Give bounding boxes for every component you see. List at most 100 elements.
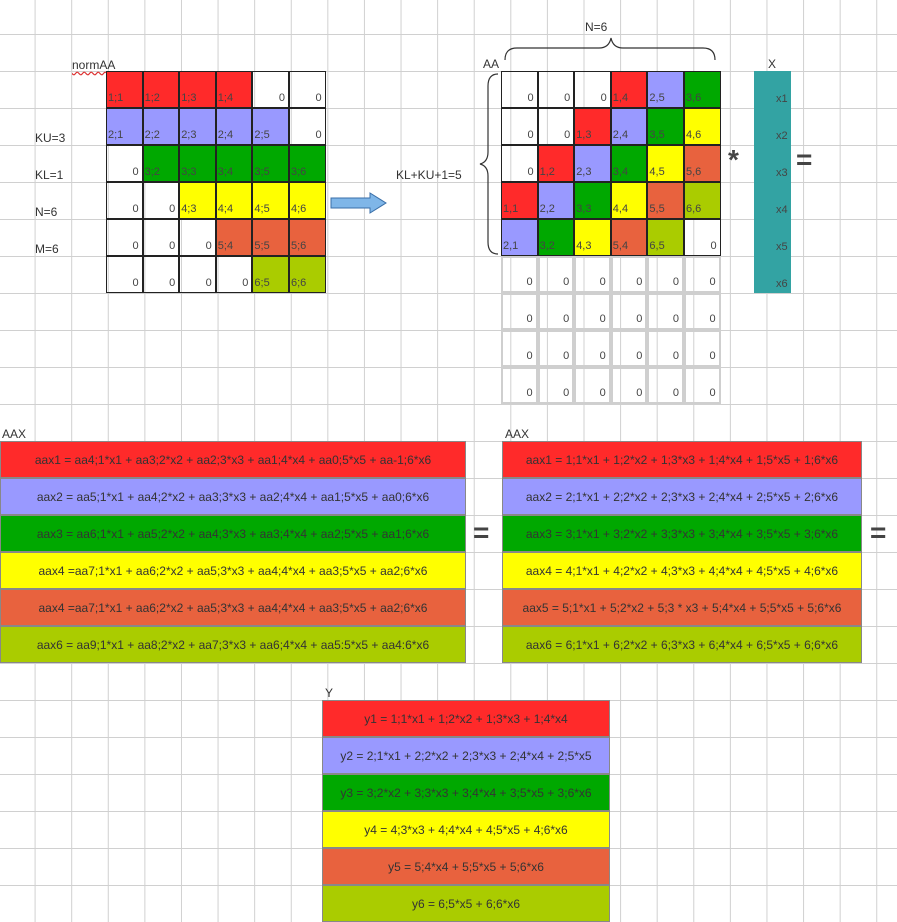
aa-cell: 1,2 bbox=[537, 145, 575, 182]
normaa-cell: 3;6 bbox=[289, 145, 326, 182]
aax-left-row: aax4 =aa7;1*x1 + aa6;2*x2 + aa5;3*x3 + a… bbox=[0, 552, 466, 589]
y-label: Y bbox=[325, 686, 334, 700]
x-cell: x2 bbox=[754, 108, 791, 145]
cell-value: 0 bbox=[205, 240, 212, 252]
normaa-cell: 0 bbox=[289, 108, 326, 145]
cell-value: 2;5 bbox=[254, 129, 270, 141]
aax-right-row: aax3 = 3;1*x1 + 3;2*x2 + 3;3*x3 + 3;4*x4… bbox=[502, 515, 862, 552]
normaa-cell: 0 bbox=[106, 182, 143, 219]
cell-value: 2,2 bbox=[539, 203, 555, 215]
y-row: y1 = 1;1*x1 + 1;2*x2 + 1;3*x3 + 1;4*x4 bbox=[322, 700, 610, 737]
normaa-cell: 5;5 bbox=[252, 219, 289, 256]
aa-cell: 1,1 bbox=[501, 182, 538, 219]
cell-value: 5;5 bbox=[254, 240, 270, 252]
cell-value: 0 bbox=[636, 313, 643, 325]
aa-cell: 1,3 bbox=[574, 108, 611, 145]
aa-cell: 2,5 bbox=[647, 71, 684, 108]
cell-value: 0 bbox=[709, 313, 716, 325]
cell-value: 4;6 bbox=[291, 203, 307, 215]
cell-value: 0 bbox=[169, 203, 176, 215]
cell-value: 1;3 bbox=[181, 92, 197, 104]
x-cell: x5 bbox=[754, 219, 791, 256]
cell-value: 0 bbox=[672, 350, 679, 362]
aa-cell: 4,4 bbox=[610, 182, 648, 219]
cell-value: x2 bbox=[775, 130, 788, 142]
cell-value: 4;4 bbox=[217, 203, 234, 215]
normaa-cell: 0 bbox=[142, 256, 180, 293]
aa-cell: 0 bbox=[501, 145, 538, 182]
y-row: y6 = 6;5*x5 + 6;6*x6 bbox=[322, 885, 610, 922]
aa-cell: 3,6 bbox=[684, 71, 721, 108]
y-row: y2 = 2;1*x1 + 2;2*x2 + 2;3*x3 + 2;4*x4 +… bbox=[322, 737, 610, 774]
kl-label: KL=1 bbox=[35, 168, 64, 182]
cell-value: 0 bbox=[132, 277, 139, 289]
aa-zero-cell: 0 bbox=[684, 256, 721, 293]
normaa-cell: 1;2 bbox=[142, 71, 180, 108]
aax-right-label: AAX bbox=[505, 427, 530, 441]
aax-right-row: aax1 = 1;1*x1 + 1;2*x2 + 1;3*x3 + 1;4*x4… bbox=[502, 441, 862, 478]
aa-zero-cell: 0 bbox=[501, 256, 538, 293]
normaa-cell: 0 bbox=[106, 219, 143, 256]
cell-value: 0 bbox=[636, 350, 643, 362]
cell-value: 1,3 bbox=[576, 129, 592, 141]
cell-value: 1,2 bbox=[539, 166, 555, 178]
cell-value: 3;3 bbox=[181, 166, 197, 178]
cell-value: 3,5 bbox=[649, 129, 665, 141]
aax-left-row: aax1 = aa4;1*x1 + aa3;2*x2 + aa2;3*x3 + … bbox=[0, 441, 466, 478]
cell-value: 0 bbox=[599, 350, 606, 362]
aa-cell: 6,5 bbox=[647, 219, 684, 256]
aa-cell: 0 bbox=[684, 219, 721, 256]
aa-zero-cell: 0 bbox=[610, 256, 648, 293]
cell-value: 3,6 bbox=[686, 92, 702, 104]
aa-cell: 5,4 bbox=[610, 219, 648, 256]
aa-cell: 5,5 bbox=[647, 182, 684, 219]
aa-zero-cell: 0 bbox=[684, 293, 721, 330]
aa-cell: 5,6 bbox=[684, 145, 721, 182]
normaa-cell: 2;2 bbox=[142, 108, 180, 145]
cell-value: 0 bbox=[132, 203, 139, 215]
aa-cell: 3,3 bbox=[574, 182, 611, 219]
cell-value: 3,3 bbox=[576, 203, 592, 215]
ku-label: KU=3 bbox=[35, 131, 66, 145]
cell-value: 0 bbox=[709, 276, 716, 288]
cell-value: 2,4 bbox=[612, 129, 629, 141]
cell-value: 0 bbox=[526, 387, 533, 399]
aa-cell: 0 bbox=[537, 71, 575, 108]
m-label: M=6 bbox=[35, 242, 59, 256]
x-cell: x6 bbox=[754, 256, 791, 293]
normaa-cell: 0 bbox=[289, 71, 326, 108]
n-top-label: N=6 bbox=[585, 20, 608, 34]
normaa-cell: 0 bbox=[179, 256, 216, 293]
aa-cell: 0 bbox=[501, 108, 538, 145]
cell-value: 0 bbox=[205, 277, 212, 289]
normaa-cell: 0 bbox=[106, 256, 143, 293]
top-brace-icon bbox=[504, 37, 716, 61]
cell-value: 2;4 bbox=[217, 129, 234, 141]
aa-zero-cell: 0 bbox=[537, 367, 575, 404]
normaa-cell: 0 bbox=[106, 145, 143, 182]
aa-zero-cell: 0 bbox=[610, 367, 648, 404]
cell-value: 0 bbox=[169, 240, 176, 252]
cell-value: 2;2 bbox=[144, 129, 160, 141]
aax-right-row: aax5 = 5;1*x1 + 5;2*x2 + 5;3 * x3 + 5;4*… bbox=[502, 589, 862, 626]
aa-zero-cell: 0 bbox=[684, 330, 721, 367]
cell-value: 4,4 bbox=[612, 203, 629, 215]
cell-value: 6,5 bbox=[649, 240, 665, 252]
n-label: N=6 bbox=[35, 205, 58, 219]
aax-right-row: aax4 = 4;1*x1 + 4;2*x2 + 4;3*x3 + 4;4*x4… bbox=[502, 552, 862, 589]
normaa-cell: 3;2 bbox=[142, 145, 180, 182]
cell-value: 1;1 bbox=[108, 92, 124, 104]
aax-left-row: aax3 = aa6;1*x1 + aa5;2*x2 + aa4;3*x3 + … bbox=[0, 515, 466, 552]
cell-value: 0 bbox=[709, 350, 716, 362]
normaa-cell: 1;3 bbox=[179, 71, 216, 108]
aa-zero-cell: 0 bbox=[574, 367, 611, 404]
aa-cell: 3,4 bbox=[610, 145, 648, 182]
cell-value: 0 bbox=[278, 92, 285, 104]
cell-value: 0 bbox=[527, 92, 534, 104]
cell-value: 0 bbox=[563, 387, 570, 399]
cell-value: 0 bbox=[564, 92, 571, 104]
normaa-cell: 0 bbox=[215, 256, 253, 293]
aa-zero-cell: 0 bbox=[501, 293, 538, 330]
cell-value: 0 bbox=[315, 92, 322, 104]
aa-zero-cell: 0 bbox=[537, 293, 575, 330]
